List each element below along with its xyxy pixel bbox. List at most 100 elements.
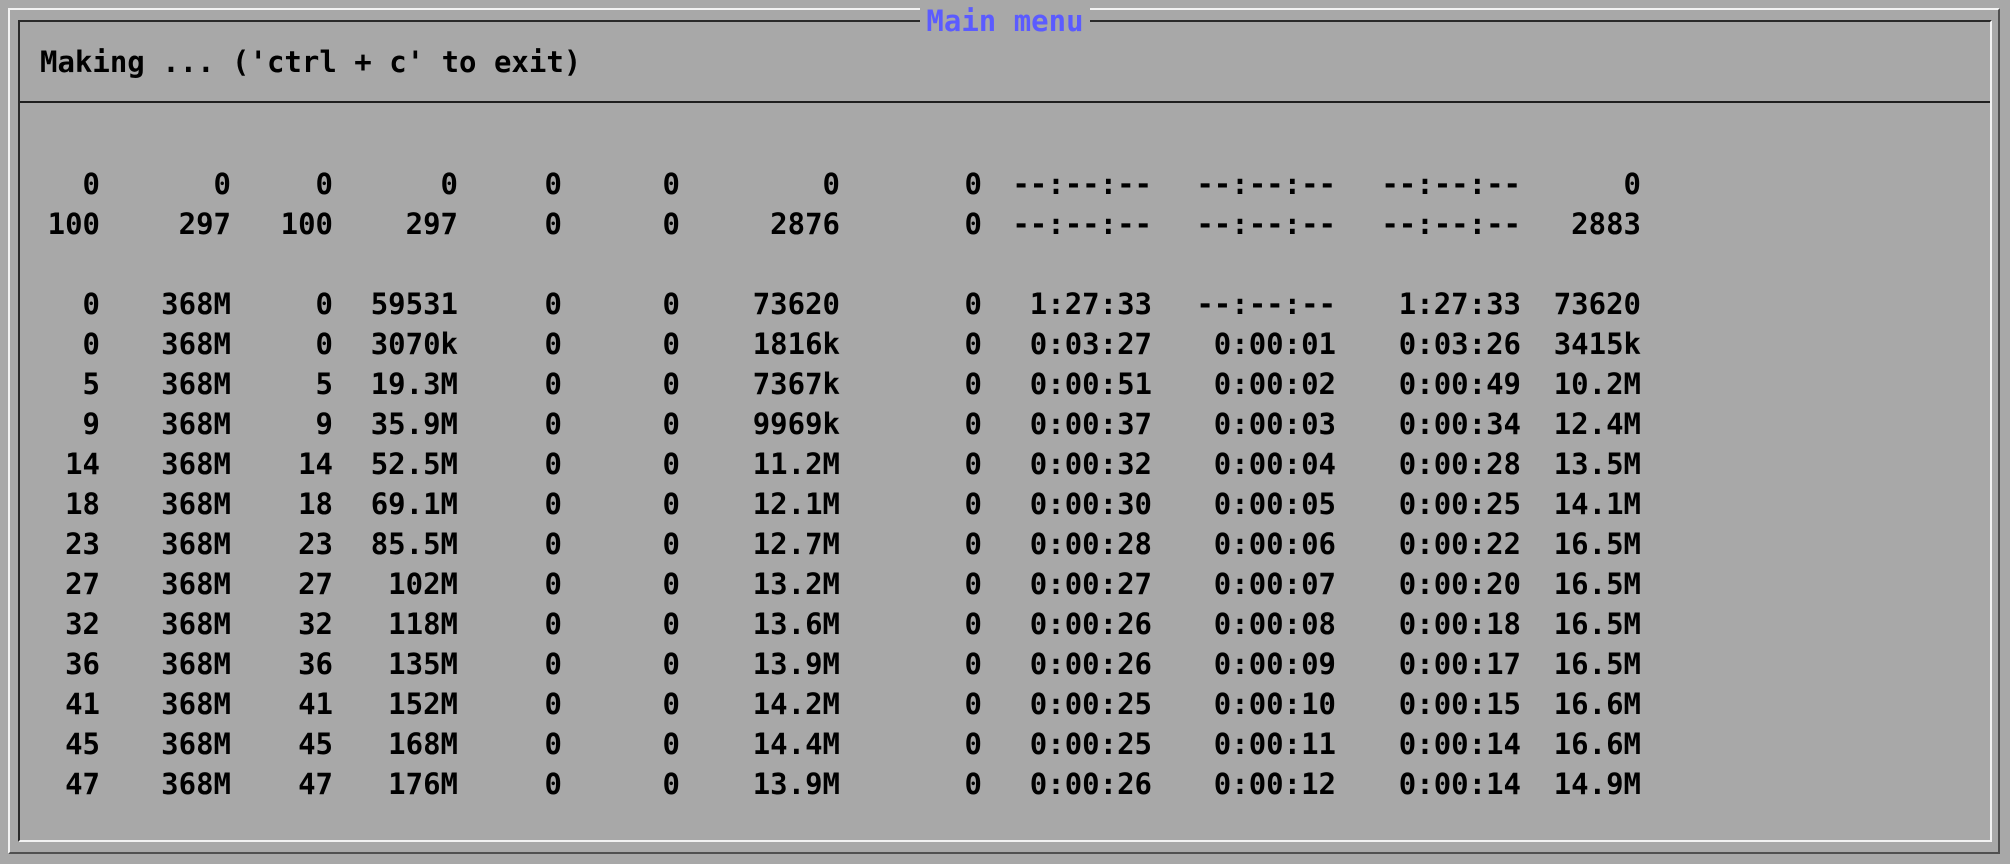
summary-rows: 0 0 0 0 0 0 0 0 --:--:-- --:--:-- --:--:-- 0 100 297 1… — [40, 164, 1641, 244]
window-title-text: Main menu — [920, 4, 1090, 38]
table-cell: 5 — [82, 367, 100, 401]
table-cell: 100 — [280, 207, 333, 241]
table-cell: --:--:-- — [1196, 167, 1336, 201]
table-cell: 0:00:01 — [1213, 327, 1336, 361]
table-cell: 0 — [213, 167, 231, 201]
header-divider — [20, 101, 1990, 103]
table-cell: 2876 — [770, 207, 840, 241]
table-cell: 0:00:26 — [1029, 647, 1152, 681]
table-cell: 176M — [388, 767, 458, 801]
table-cell: 3070k — [370, 327, 458, 361]
table-cell: 100 — [47, 207, 100, 241]
table-cell: 16.5M — [1553, 567, 1641, 601]
table-row: 9 368M 9 35.9M 0 0 9969k 0 0:00:37 0:00:03 0:00:34… — [40, 404, 1641, 444]
table-cell: 0 — [964, 487, 982, 521]
table-cell: 36 — [298, 647, 333, 681]
table-cell: 7367k — [752, 367, 840, 401]
table-cell: 0 — [544, 607, 562, 641]
table-cell: 0 — [662, 207, 680, 241]
table-cell: 0:00:17 — [1398, 647, 1521, 681]
table-cell: 0 — [662, 407, 680, 441]
table-cell: --:--:-- — [1012, 207, 1152, 241]
table-cell: 41 — [298, 687, 333, 721]
table-cell: 35.9M — [370, 407, 458, 441]
table-cell: 16.6M — [1553, 727, 1641, 761]
table-cell: 0 — [964, 727, 982, 761]
table-row: 0 368M 0 59531 0 0 73620 0 1:27:33 --:--:-- 1:27:3… — [40, 284, 1641, 324]
table-cell: 13.6M — [752, 607, 840, 641]
table-cell: 368M — [161, 367, 231, 401]
table-cell: 168M — [388, 727, 458, 761]
table-cell: 0 — [82, 167, 100, 201]
table-cell: 0 — [964, 367, 982, 401]
table-cell: 14 — [65, 447, 100, 481]
table-cell: 368M — [161, 687, 231, 721]
table-cell: 23 — [298, 527, 333, 561]
table-cell: 0 — [544, 207, 562, 241]
table-cell: 0:00:07 — [1213, 567, 1336, 601]
table-cell: 0 — [964, 567, 982, 601]
table-cell: 0 — [662, 327, 680, 361]
table-cell: 73620 — [1553, 287, 1641, 321]
table-cell: 0 — [964, 447, 982, 481]
table-cell: 297 — [178, 207, 231, 241]
table-cell: 0 — [964, 167, 982, 201]
table-cell: 0:00:51 — [1029, 367, 1152, 401]
table-cell: 41 — [65, 687, 100, 721]
table-cell: 10.2M — [1553, 367, 1641, 401]
table-cell: --:--:-- — [1381, 167, 1521, 201]
table-cell: 18 — [65, 487, 100, 521]
table-cell: 0:00:15 — [1398, 687, 1521, 721]
table-cell: 0 — [964, 527, 982, 561]
table-cell: 368M — [161, 647, 231, 681]
table-cell: 0 — [964, 207, 982, 241]
table-cell: 27 — [298, 567, 333, 601]
table-cell: 14.2M — [752, 687, 840, 721]
table-cell: 0 — [964, 767, 982, 801]
table-cell: 0:00:08 — [1213, 607, 1336, 641]
table-cell: 0 — [440, 167, 458, 201]
table-cell: 13.2M — [752, 567, 840, 601]
table-cell: 0 — [964, 407, 982, 441]
table-cell: 0:00:25 — [1029, 687, 1152, 721]
table-cell: 85.5M — [370, 527, 458, 561]
table-cell: 69.1M — [370, 487, 458, 521]
table-cell: 0:00:22 — [1398, 527, 1521, 561]
table-cell: 13.5M — [1553, 447, 1641, 481]
table-cell: 59531 — [370, 287, 458, 321]
table-cell: 0:00:26 — [1029, 607, 1152, 641]
table-cell: 0 — [662, 527, 680, 561]
table-cell: 135M — [388, 647, 458, 681]
table-cell: 19.3M — [370, 367, 458, 401]
status-message: Making ... ('ctrl + c' to exit) — [40, 45, 582, 79]
table-cell: 152M — [388, 687, 458, 721]
summary-row: 100 297 100 297 0 0 2876 0 --:--:-- --:--:-- --:--… — [40, 204, 1641, 244]
table-cell: 9969k — [752, 407, 840, 441]
table-cell: 0:00:34 — [1398, 407, 1521, 441]
table-cell: 368M — [161, 327, 231, 361]
table-cell: 0 — [82, 287, 100, 321]
table-cell: 0 — [544, 647, 562, 681]
table-cell: 32 — [298, 607, 333, 641]
table-cell: 368M — [161, 447, 231, 481]
table-cell: 0:00:11 — [1213, 727, 1336, 761]
table-cell: 16.5M — [1553, 647, 1641, 681]
table-cell: 13.9M — [752, 767, 840, 801]
table-cell: 297 — [405, 207, 458, 241]
table-cell: 0 — [82, 327, 100, 361]
window-title: Main menu — [0, 4, 2010, 38]
table-cell: 52.5M — [370, 447, 458, 481]
table-row: 0 368M 0 3070k 0 0 1816k 0 0:03:27 0:00:01 0:03:26… — [40, 324, 1641, 364]
table-cell: 0:00:27 — [1029, 567, 1152, 601]
table-cell: 9 — [82, 407, 100, 441]
table-row: 41 368M 41 152M 0 0 14.2M 0 0:00:25 0:00:10 0:00:1… — [40, 684, 1641, 724]
table-cell: 0:00:25 — [1029, 727, 1152, 761]
table-cell: 368M — [161, 487, 231, 521]
table-row: 32 368M 32 118M 0 0 13.6M 0 0:00:26 0:00:08 0:00:1… — [40, 604, 1641, 644]
table-cell: 0 — [964, 687, 982, 721]
table-cell: 0:03:27 — [1029, 327, 1152, 361]
table-cell: --:--:-- — [1196, 207, 1336, 241]
table-cell: 0 — [544, 367, 562, 401]
table-cell: 0 — [964, 287, 982, 321]
table-cell: --:--:-- — [1196, 287, 1336, 321]
